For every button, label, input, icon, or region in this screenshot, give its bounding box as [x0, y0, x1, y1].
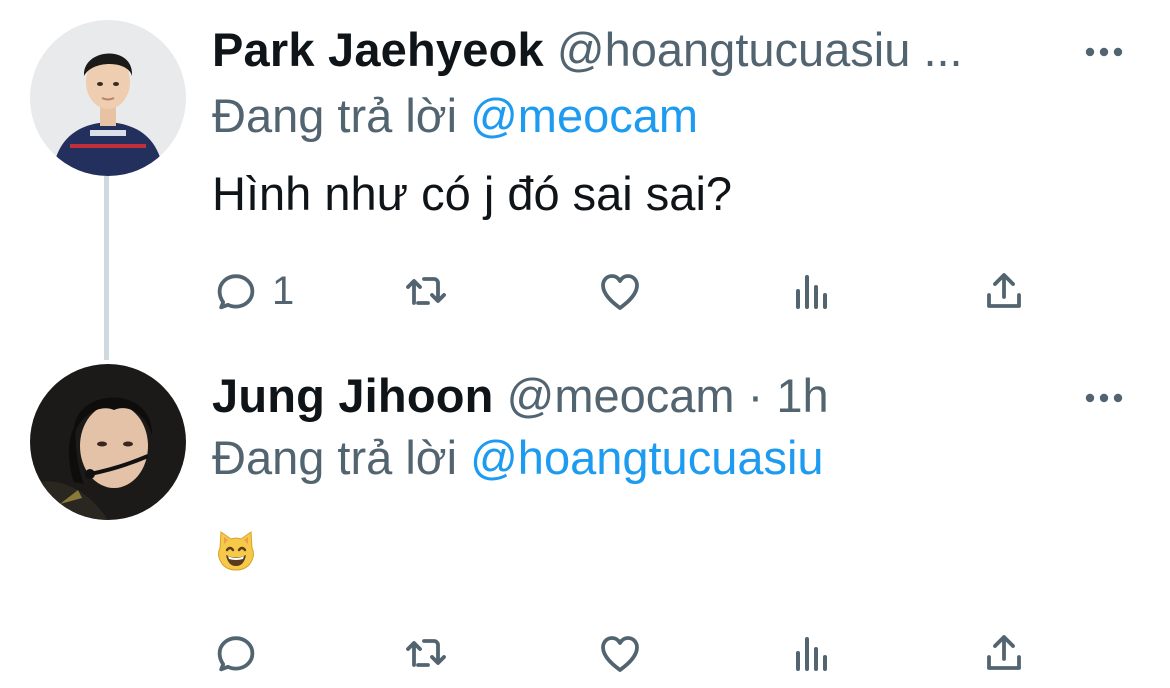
more-options-button[interactable]	[1084, 388, 1124, 408]
share-button[interactable]	[980, 628, 1028, 678]
user-handle[interactable]: @hoangtucuasiu	[557, 23, 910, 76]
tweet-text	[212, 526, 260, 574]
replying-prefix: Đang trả lời	[212, 431, 458, 484]
more-options-button[interactable]	[1084, 42, 1124, 62]
avatar-park-jaehyeok[interactable]	[30, 20, 186, 176]
retweet-button[interactable]	[402, 628, 450, 678]
retweet-icon	[406, 277, 446, 305]
share-icon	[987, 635, 1021, 670]
retweet-icon	[406, 639, 446, 667]
tweet-header: Park Jaehyeok @hoangtucuasiu ...	[212, 22, 963, 78]
tweet-text: Hình như có j đó sai sai?	[212, 167, 733, 220]
separator-dot: ·	[747, 369, 764, 422]
avatar-image	[30, 20, 186, 176]
like-icon	[601, 274, 639, 310]
user-handle[interactable]: @meocam	[507, 369, 735, 422]
reply-button[interactable]: 1	[212, 266, 294, 316]
like-icon	[601, 636, 639, 672]
replying-mention-link[interactable]: @hoangtucuasiu	[470, 431, 823, 484]
reply-icon	[217, 636, 255, 672]
avatar-jung-jihoon[interactable]	[30, 364, 186, 520]
truncation-ellipsis: ...	[923, 23, 963, 76]
avatar-image	[30, 364, 186, 520]
replying-to: Đang trả lời @meocam	[212, 88, 698, 144]
replying-mention-link[interactable]: @meocam	[470, 89, 698, 142]
reply-count: 1	[272, 268, 295, 313]
display-name[interactable]: Park Jaehyeok	[212, 23, 544, 76]
more-options-icon	[1085, 393, 1123, 403]
share-button[interactable]	[980, 266, 1028, 316]
replying-to: Đang trả lời @hoangtucuasiu	[212, 430, 824, 486]
tweet-actions: 1	[212, 266, 1042, 316]
retweet-button[interactable]	[402, 266, 450, 316]
like-button[interactable]	[596, 266, 644, 316]
timestamp[interactable]: 1h	[776, 369, 828, 422]
display-name[interactable]: Jung Jihoon	[212, 369, 494, 422]
replying-prefix: Đang trả lời	[212, 89, 458, 142]
reply-icon	[217, 274, 255, 310]
views-icon	[796, 275, 827, 309]
like-button[interactable]	[596, 628, 644, 678]
views-icon	[796, 637, 827, 671]
tweet-header: Jung Jihoon @meocam · 1h	[212, 368, 829, 424]
grinning-cat-face-icon	[218, 531, 254, 571]
share-icon	[987, 273, 1021, 308]
tweet-2: Jung Jihoon @meocam · 1h Đang trả lời @h…	[0, 360, 1170, 688]
tweet-actions	[212, 628, 1042, 678]
reply-button[interactable]	[212, 628, 260, 678]
views-button[interactable]	[788, 266, 836, 316]
views-button[interactable]	[788, 628, 836, 678]
tweet-1: Park Jaehyeok @hoangtucuasiu ... Đang tr…	[0, 0, 1170, 360]
more-options-icon	[1085, 47, 1123, 57]
